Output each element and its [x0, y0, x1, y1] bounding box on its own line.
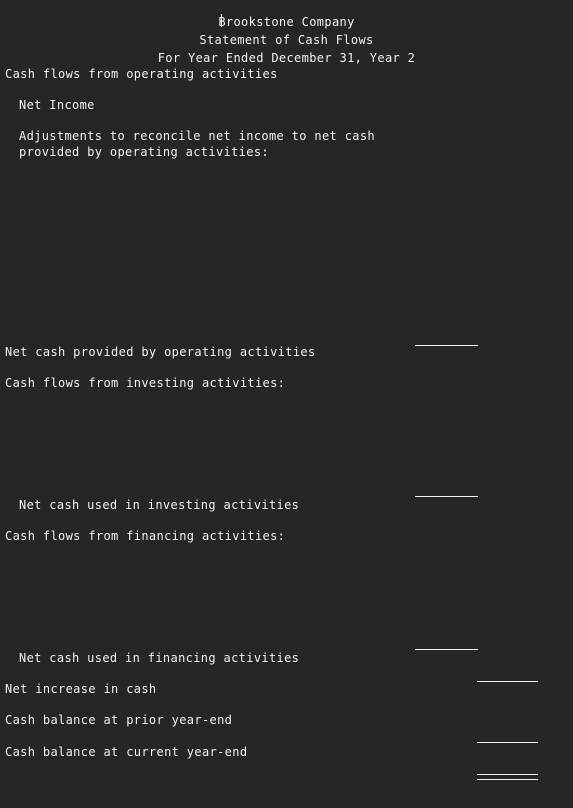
- blank-entry-row[interactable]: [0, 283, 573, 298]
- statement-title[interactable]: Statement of Cash Flows: [0, 33, 573, 48]
- net-income-amount[interactable]: [415, 98, 478, 113]
- company-name-title[interactable]: Brookstone Company: [0, 15, 573, 30]
- blank-entry-row[interactable]: [0, 178, 573, 193]
- blank-entry-row[interactable]: [0, 562, 573, 577]
- operating-subtotal-amount[interactable]: [415, 345, 478, 360]
- blank-entry-row[interactable]: [0, 424, 573, 439]
- investing-subtotal-rule: [415, 496, 478, 497]
- blank-entry-row[interactable]: [0, 223, 573, 238]
- blank-entry-row[interactable]: [0, 577, 573, 592]
- current-balance-label[interactable]: Cash balance at current year-end: [5, 745, 247, 760]
- blank-entry-row[interactable]: [0, 592, 573, 607]
- prior-balance-label[interactable]: Cash balance at prior year-end: [5, 713, 232, 728]
- blank-entry-row[interactable]: [0, 607, 573, 622]
- investing-subtotal-label[interactable]: Net cash used in investing activities: [19, 498, 299, 513]
- grand-total-double-rule: [477, 774, 538, 780]
- net-increase-label[interactable]: Net increase in cash: [5, 682, 157, 697]
- blank-entry-row[interactable]: [0, 268, 573, 283]
- operating-activities-heading[interactable]: Cash flows from operating activities: [5, 67, 278, 82]
- cash-flow-statement-worksheet: Brookstone Company Statement of Cash Flo…: [0, 0, 573, 808]
- net-increase-amount[interactable]: [477, 682, 538, 697]
- blank-entry-row[interactable]: [0, 208, 573, 223]
- investing-activities-heading[interactable]: Cash flows from investing activities:: [5, 376, 285, 391]
- current-balance-amount[interactable]: [477, 745, 538, 760]
- blank-entry-row[interactable]: [0, 193, 573, 208]
- financing-subtotal-amount[interactable]: [415, 651, 478, 666]
- net-income-label[interactable]: Net Income: [19, 98, 95, 113]
- prior-balance-amount[interactable]: [477, 713, 538, 728]
- blank-entry-row[interactable]: [0, 163, 573, 178]
- blank-entry-row[interactable]: [0, 313, 573, 328]
- blank-entry-row[interactable]: [0, 469, 573, 484]
- blank-entry-row[interactable]: [0, 253, 573, 268]
- adjustments-heading-line-2[interactable]: provided by operating activities:: [19, 145, 269, 160]
- adjustments-heading-line-1[interactable]: Adjustments to reconcile net income to n…: [19, 129, 375, 144]
- operating-subtotal-label[interactable]: Net cash provided by operating activitie…: [5, 345, 316, 360]
- blank-entry-row[interactable]: [0, 439, 573, 454]
- current-balance-rule: [477, 742, 538, 743]
- blank-entry-row[interactable]: [0, 394, 573, 409]
- blank-entry-row[interactable]: [0, 454, 573, 469]
- blank-entry-row[interactable]: [0, 298, 573, 313]
- statement-period[interactable]: For Year Ended December 31, Year 2: [0, 51, 573, 66]
- financing-subtotal-label[interactable]: Net cash used in financing activities: [19, 651, 299, 666]
- blank-entry-row[interactable]: [0, 238, 573, 253]
- financing-subtotal-rule: [415, 649, 478, 650]
- investing-subtotal-amount[interactable]: [415, 498, 478, 513]
- financing-activities-heading[interactable]: Cash flows from financing activities:: [5, 529, 285, 544]
- blank-entry-row[interactable]: [0, 547, 573, 562]
- blank-entry-row[interactable]: [0, 409, 573, 424]
